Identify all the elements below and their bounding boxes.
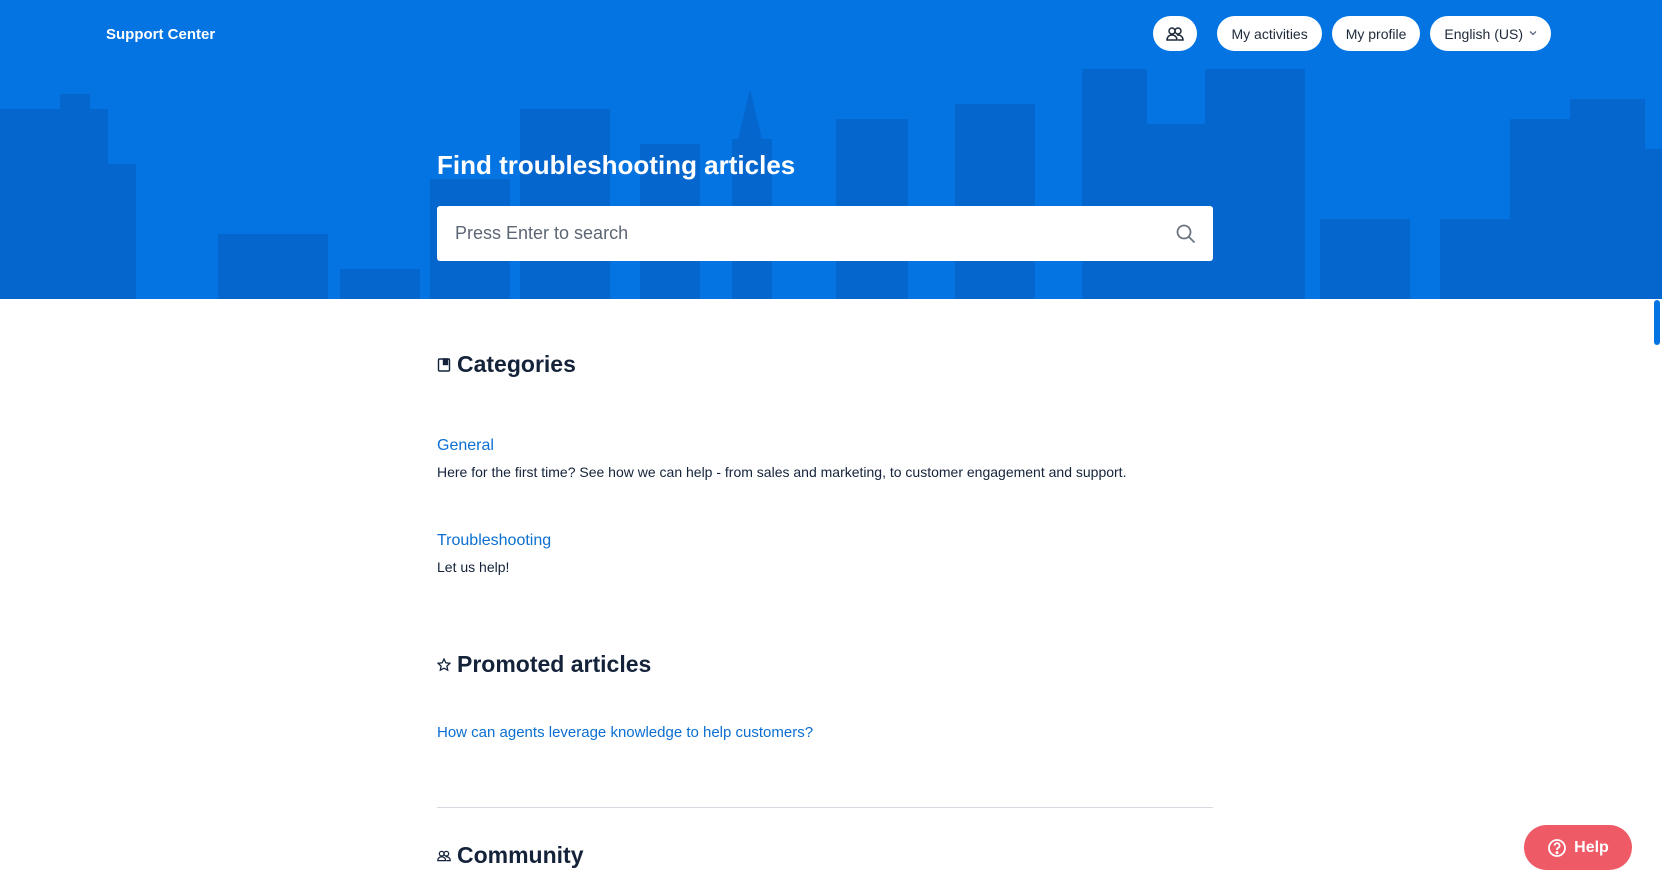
brand-name[interactable]: Support Center: [106, 26, 215, 43]
top-nav: My activities My profile English (US): [1153, 16, 1551, 51]
categories-title: Categories: [457, 351, 576, 377]
search-input[interactable]: [437, 206, 1137, 261]
scrollbar-track[interactable]: [1650, 299, 1662, 881]
star-icon: [437, 657, 451, 671]
promoted-articles-heading: Promoted articles: [437, 651, 651, 678]
categories-heading: Categories: [437, 351, 576, 378]
category-general-link[interactable]: General: [437, 437, 494, 455]
category-general-description: Here for the first time? See how we can …: [437, 464, 1127, 480]
hero-banner: Support Center My activities My profile …: [0, 0, 1662, 299]
promoted-articles-title: Promoted articles: [457, 651, 652, 677]
city-skyline-graphic: [0, 69, 1662, 299]
question-circle-icon: [1548, 838, 1567, 857]
search-box: [437, 206, 1213, 261]
people-icon: [437, 850, 451, 861]
community-title: Community: [457, 842, 584, 868]
support-center-page: Support Center My activities My profile …: [0, 0, 1662, 881]
section-divider: [437, 807, 1213, 808]
scrollbar-thumb[interactable]: [1654, 300, 1660, 345]
hero-title: Find troubleshooting articles: [437, 150, 796, 180]
community-nav-button[interactable]: [1153, 16, 1198, 51]
help-button[interactable]: Help: [1524, 825, 1632, 870]
promoted-article-link[interactable]: How can agents leverage knowledge to hel…: [437, 724, 813, 741]
my-profile-button[interactable]: My profile: [1331, 16, 1421, 51]
chevron-down-icon: [1529, 28, 1537, 39]
book-icon: [437, 357, 451, 372]
language-selector[interactable]: English (US): [1430, 16, 1551, 51]
people-icon: [1166, 26, 1185, 41]
community-heading: Community: [437, 842, 584, 869]
search-icon[interactable]: [1175, 223, 1197, 245]
language-label: English (US): [1444, 25, 1523, 42]
my-activities-button[interactable]: My activities: [1217, 16, 1322, 51]
help-label: Help: [1574, 838, 1609, 856]
category-troubleshooting-link[interactable]: Troubleshooting: [437, 532, 551, 550]
category-troubleshooting-description: Let us help!: [437, 559, 510, 575]
